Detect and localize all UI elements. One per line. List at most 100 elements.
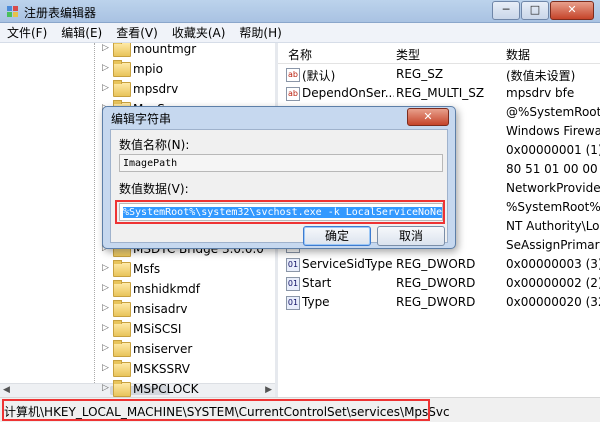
value-row[interactable]: 01 Start REG_DWORD 0x00000002 (2) <box>278 274 600 292</box>
expand-icon[interactable]: ▷ <box>102 303 109 313</box>
value-type: REG_SZ <box>396 67 444 81</box>
menu-favorites[interactable]: 收藏夹(A) <box>165 24 233 41</box>
tree-item[interactable]: ▷ mpsdrv <box>0 79 275 99</box>
value-data: 80 51 01 00 00 00 <box>506 162 600 176</box>
title-bar: 注册表编辑器 ─ □ ✕ <box>0 0 600 23</box>
binary-value-icon: 01 <box>286 296 300 310</box>
expand-icon[interactable]: ▷ <box>102 43 109 53</box>
value-data: @%SystemRoot% <box>506 105 600 119</box>
value-name: (默认) <box>302 69 336 83</box>
tree-item-label: msiserver <box>133 342 193 356</box>
tree-item[interactable]: ▷ msiserver <box>0 339 275 359</box>
value-type: REG_DWORD <box>396 276 476 290</box>
value-name-label: 数值名称(N): <box>119 138 190 152</box>
binary-value-icon: 01 <box>286 277 300 291</box>
folder-icon <box>113 360 131 377</box>
binary-value-icon: 01 <box>286 258 300 272</box>
value-name: Type <box>302 295 330 309</box>
expand-icon[interactable]: ▷ <box>102 383 109 393</box>
maximize-icon: □ <box>529 3 541 16</box>
menu-bar: 文件(F) 编辑(E) 查看(V) 收藏夹(A) 帮助(H) <box>0 23 600 43</box>
value-data: SeAssignPrimaryT <box>506 238 600 252</box>
selected-text: %SystemRoot%\system32\svchost.exe -k Loc… <box>123 207 442 218</box>
expand-icon[interactable]: ▷ <box>102 363 109 373</box>
folder-icon <box>113 340 131 357</box>
value-data: 0x00000003 (3) <box>506 257 600 271</box>
cancel-button[interactable]: 取消 <box>377 226 445 246</box>
folder-icon <box>113 43 131 57</box>
value-name: DependOnSer... <box>302 86 394 100</box>
value-data: %SystemRoot%\ <box>506 200 600 214</box>
tree-item[interactable]: ▷ mshidkmdf <box>0 279 275 299</box>
tree-item[interactable]: ▷ MSKSSRV <box>0 359 275 379</box>
value-data: NetworkProvider <box>506 181 600 195</box>
tree-item[interactable]: ▷ Msfs <box>0 259 275 279</box>
tree-item[interactable]: ▷ mountmgr <box>0 43 275 59</box>
status-highlight-box <box>2 399 430 421</box>
expand-icon[interactable]: ▷ <box>102 263 109 273</box>
tree-item-label: Msfs <box>133 262 161 276</box>
dialog-title: 编辑字符串 <box>111 112 172 126</box>
tree-item[interactable]: ▷ mpio <box>0 59 275 79</box>
menu-help[interactable]: 帮助(H) <box>232 24 288 41</box>
value-type: REG_MULTI_SZ <box>396 86 485 100</box>
value-data-label: 数值数据(V): <box>119 182 189 196</box>
menu-view[interactable]: 查看(V) <box>109 24 165 41</box>
close-icon: ✕ <box>567 3 577 16</box>
status-bar: 计算机\HKEY_LOCAL_MACHINE\SYSTEM\CurrentCon… <box>0 397 600 422</box>
value-name: ServiceSidType <box>302 257 393 271</box>
tree-item[interactable]: ▷ msisadrv <box>0 299 275 319</box>
folder-icon <box>113 280 131 297</box>
minimize-button[interactable]: ─ <box>492 1 520 20</box>
dialog-close-icon[interactable]: ✕ <box>407 108 449 126</box>
ok-button[interactable]: 确定 <box>303 226 371 246</box>
value-data: mpsdrv bfe <box>506 86 575 100</box>
expand-icon[interactable]: ▷ <box>102 323 109 333</box>
window-title: 注册表编辑器 <box>24 6 97 20</box>
value-data-input[interactable]: %SystemRoot%\system32\svchost.exe -k Loc… <box>119 203 443 221</box>
tree-item[interactable]: ▷ MSiSCSI <box>0 319 275 339</box>
value-data: Windows Firewall <box>506 124 600 138</box>
dialog-body: 数值名称(N): ImagePath 数值数据(V): %SystemRoot%… <box>110 129 448 246</box>
folder-icon <box>113 80 131 97</box>
maximize-button[interactable]: □ <box>521 1 549 20</box>
value-data: 0x00000020 (32) <box>506 295 600 309</box>
tree-item-label: mpio <box>133 62 163 76</box>
tree-item-label: mountmgr <box>133 43 197 56</box>
value-row[interactable]: ab (默认) REG_SZ (数值未设置) <box>278 65 600 83</box>
minimize-icon: ─ <box>502 3 510 16</box>
value-name-field: ImagePath <box>119 154 443 172</box>
value-type: REG_DWORD <box>396 257 476 271</box>
folder-icon <box>113 380 131 397</box>
value-row[interactable]: 01 ServiceSidType REG_DWORD 0x00000003 (3) <box>278 255 600 273</box>
value-data: 0x00000001 (1) <box>506 143 600 157</box>
tree-item-label: msisadrv <box>133 302 188 316</box>
expand-icon[interactable]: ▷ <box>102 63 109 73</box>
edit-string-dialog: 编辑字符串 ✕ 数值名称(N): ImagePath 数值数据(V): %Sys… <box>102 106 456 249</box>
column-name-header[interactable]: 名称 <box>288 46 312 63</box>
expand-icon[interactable]: ▷ <box>102 343 109 353</box>
tree-item-label: MSPCLOCK <box>133 382 199 396</box>
tree-item-label: mshidkmdf <box>133 282 200 296</box>
tree-item[interactable]: ▷ MSPCLOCK <box>0 379 275 397</box>
folder-icon <box>113 260 131 277</box>
value-data: 0x00000002 (2) <box>506 276 600 290</box>
column-data-header[interactable]: 数据 <box>506 46 530 63</box>
menu-edit[interactable]: 编辑(E) <box>54 24 109 41</box>
value-data: NT Authority\Loca <box>506 219 600 233</box>
value-row[interactable]: ab DependOnSer... REG_MULTI_SZ mpsdrv bfe <box>278 84 600 102</box>
tree-item-label: mpsdrv <box>133 82 179 96</box>
expand-icon[interactable]: ▷ <box>102 83 109 93</box>
expand-icon[interactable]: ▷ <box>102 283 109 293</box>
string-value-icon: ab <box>286 87 300 101</box>
column-type-header[interactable]: 类型 <box>396 46 420 63</box>
folder-icon <box>113 60 131 77</box>
close-button[interactable]: ✕ <box>550 1 594 20</box>
menu-file[interactable]: 文件(F) <box>0 24 54 41</box>
value-row[interactable]: 01 Type REG_DWORD 0x00000020 (32) <box>278 293 600 311</box>
tree-item-label: MSKSSRV <box>133 362 190 376</box>
folder-icon <box>113 300 131 317</box>
value-name: Start <box>302 276 332 290</box>
string-value-icon: ab <box>286 68 300 82</box>
value-data: (数值未设置) <box>506 69 576 83</box>
